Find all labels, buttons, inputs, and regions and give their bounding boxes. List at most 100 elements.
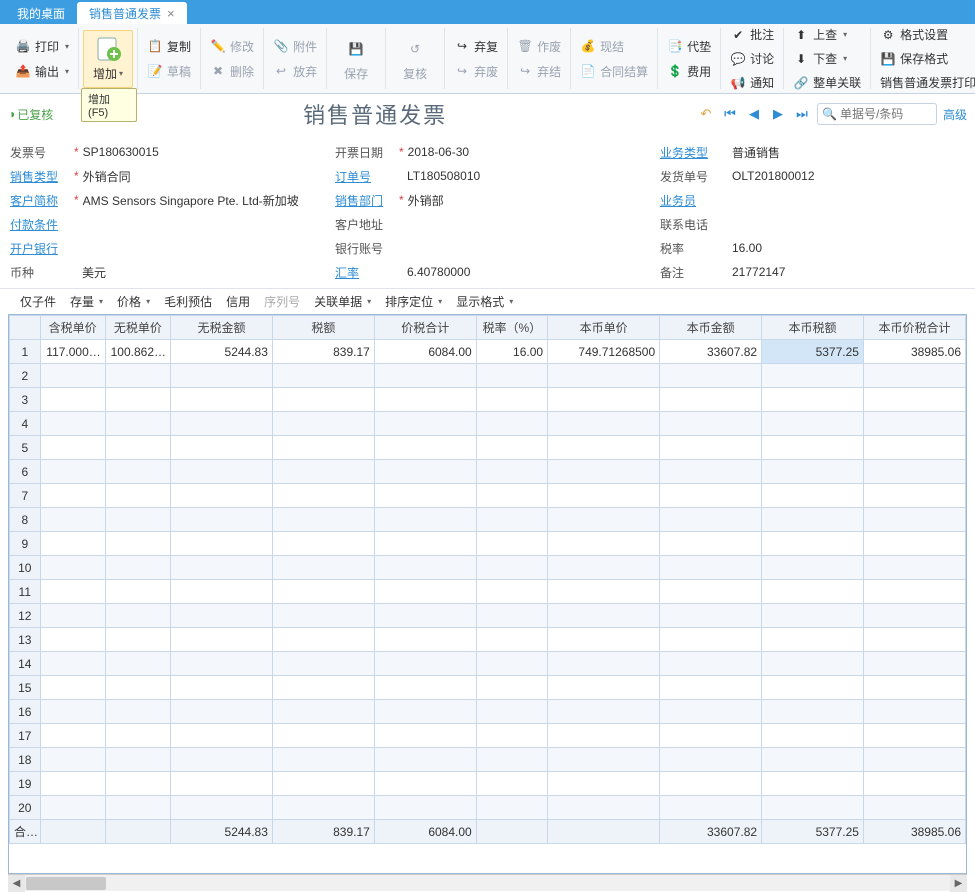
col-header[interactable]: 无税金额 (171, 316, 273, 340)
add-button[interactable]: 增加▾ (83, 30, 133, 88)
table-row[interactable]: 6 (10, 460, 966, 484)
release-button[interactable]: ↩放弃 (268, 60, 322, 83)
grid-cell[interactable]: 16.00 (476, 340, 547, 364)
grid-cell[interactable] (374, 484, 476, 508)
serial-button[interactable]: 序列号 (264, 293, 300, 310)
grid-cell[interactable] (374, 364, 476, 388)
sales-label[interactable]: 业务员 (660, 192, 720, 209)
dept-label[interactable]: 销售部门 (335, 192, 395, 209)
grid-cell[interactable] (762, 508, 864, 532)
grid-cell[interactable] (40, 484, 105, 508)
grid-cell[interactable] (548, 484, 660, 508)
grid-cell[interactable] (863, 652, 965, 676)
grid-cell[interactable]: 749.71268500 (548, 340, 660, 364)
grid-cell[interactable] (272, 532, 374, 556)
grid-cell[interactable] (762, 676, 864, 700)
grid-cell[interactable]: 839.17 (272, 340, 374, 364)
grid-cell[interactable] (660, 724, 762, 748)
grid-cell[interactable] (660, 484, 762, 508)
grid-cell[interactable] (272, 556, 374, 580)
grid-cell[interactable] (863, 484, 965, 508)
grid-cell[interactable] (762, 484, 864, 508)
grid-cell[interactable] (476, 556, 547, 580)
discard-check-button[interactable]: ↪弃复 (449, 35, 503, 58)
grid-cell[interactable]: 33607.82 (660, 340, 762, 364)
grid-cell[interactable] (863, 748, 965, 772)
grid-cell[interactable] (105, 604, 170, 628)
draft-button[interactable]: 📝草稿 (142, 60, 196, 83)
row-number[interactable]: 20 (10, 796, 41, 820)
scroll-thumb[interactable] (26, 877, 106, 890)
grid-cell[interactable] (272, 604, 374, 628)
grid-cell[interactable] (660, 436, 762, 460)
pay-label[interactable]: 付款条件 (10, 216, 70, 233)
grid-cell[interactable] (272, 508, 374, 532)
grid-cell[interactable] (171, 724, 273, 748)
grid-cell[interactable]: 100.862… (105, 340, 170, 364)
grid-cell[interactable] (40, 652, 105, 676)
grid-cell[interactable]: 117.000… (40, 340, 105, 364)
grid-cell[interactable] (548, 556, 660, 580)
grid-cell[interactable] (374, 532, 476, 556)
grid-cell[interactable] (40, 364, 105, 388)
grid-cell[interactable] (272, 460, 374, 484)
grid-cell[interactable] (863, 508, 965, 532)
modify-button[interactable]: ✏️修改 (205, 35, 259, 58)
grid-cell[interactable] (374, 724, 476, 748)
grid-cell[interactable] (171, 796, 273, 820)
row-number[interactable]: 7 (10, 484, 41, 508)
grid-cell[interactable] (272, 772, 374, 796)
grid-cell[interactable] (548, 532, 660, 556)
grid-cell[interactable] (548, 748, 660, 772)
stock-button[interactable]: 存量▾ (70, 293, 103, 310)
grid-cell[interactable] (476, 772, 547, 796)
sale-type-value[interactable]: 外销合同 (83, 168, 131, 185)
col-header[interactable]: 税额 (272, 316, 374, 340)
grid-cell[interactable] (374, 796, 476, 820)
tax-value[interactable]: 16.00 (732, 241, 762, 255)
row-number[interactable]: 13 (10, 628, 41, 652)
grid-cell[interactable] (272, 580, 374, 604)
grid-cell[interactable] (660, 412, 762, 436)
grid-cell[interactable] (548, 436, 660, 460)
grid-cell[interactable] (548, 676, 660, 700)
table-row[interactable]: 20 (10, 796, 966, 820)
grid-cell[interactable] (660, 388, 762, 412)
col-header[interactable]: 本币金额 (660, 316, 762, 340)
grid-cell[interactable] (374, 628, 476, 652)
date-value[interactable]: 2018-06-30 (408, 145, 469, 159)
grid-cell[interactable] (171, 484, 273, 508)
grid-cell[interactable] (863, 700, 965, 724)
grid-cell[interactable] (762, 652, 864, 676)
grid-cell[interactable]: 38985.06 (863, 340, 965, 364)
row-number[interactable]: 11 (10, 580, 41, 604)
grid-cell[interactable] (272, 724, 374, 748)
grid-cell[interactable] (105, 508, 170, 532)
row-number[interactable]: 9 (10, 532, 41, 556)
grid-cell[interactable] (171, 772, 273, 796)
table-row[interactable]: 15 (10, 676, 966, 700)
grid-cell[interactable] (660, 364, 762, 388)
table-row[interactable]: 8 (10, 508, 966, 532)
prev-record-icon[interactable]: ◀ (745, 105, 763, 123)
grid-cell[interactable] (105, 748, 170, 772)
grid-cell[interactable] (171, 700, 273, 724)
grid-cell[interactable] (374, 388, 476, 412)
biz-value[interactable]: 普通销售 (732, 144, 780, 161)
grid-cell[interactable] (476, 700, 547, 724)
grid-cell[interactable] (374, 604, 476, 628)
grid-cell[interactable] (272, 652, 374, 676)
grid-cell[interactable] (40, 796, 105, 820)
table-row[interactable]: 9 (10, 532, 966, 556)
grid-cell[interactable] (105, 532, 170, 556)
grid-cell[interactable] (863, 604, 965, 628)
table-row[interactable]: 12 (10, 604, 966, 628)
grid-cell[interactable] (548, 652, 660, 676)
grid-cell[interactable]: 5244.83 (171, 340, 273, 364)
grid-cell[interactable] (105, 580, 170, 604)
recheck-button[interactable]: ↺复核 (390, 30, 440, 88)
approve-button[interactable]: ✔批注 (725, 24, 779, 46)
row-number[interactable]: 17 (10, 724, 41, 748)
grid-cell[interactable] (374, 772, 476, 796)
last-record-icon[interactable]: ⏭ (793, 105, 811, 123)
